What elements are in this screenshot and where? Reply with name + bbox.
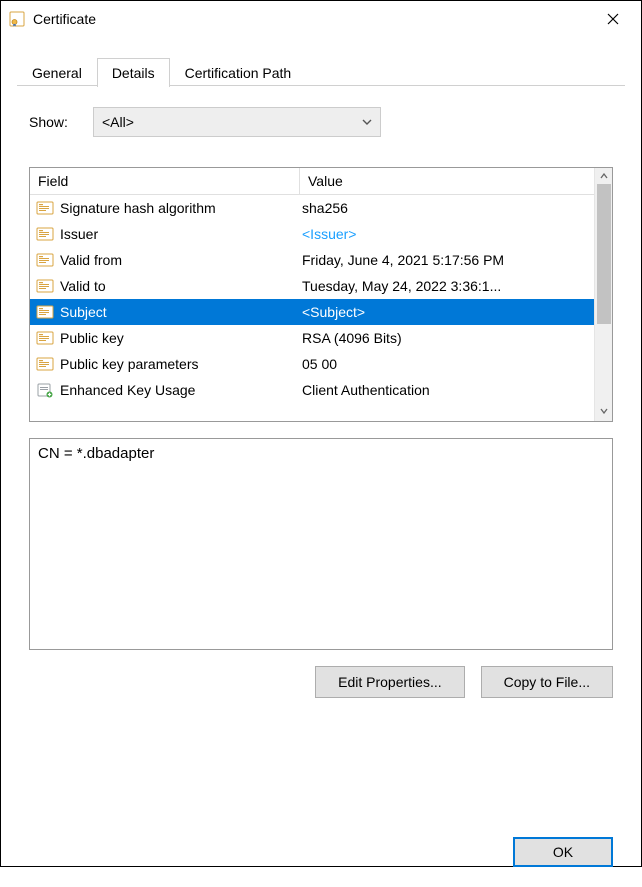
certificate-icon [9,11,25,27]
field-icon [36,278,54,294]
table-row[interactable]: Valid to Tuesday, May 24, 2022 3:36:1... [30,273,594,299]
fields-list: Field Value Signature hash algorithm sha2… [29,167,613,422]
detail-textbox[interactable]: CN = *.dbadapter [29,438,613,650]
field-icon [36,304,54,320]
tab-details[interactable]: Details [97,58,170,87]
copy-to-file-button[interactable]: Copy to File... [481,666,613,698]
field-icon [36,200,54,216]
field-icon [36,252,54,268]
table-row[interactable]: Enhanced Key Usage Client Authentication [30,377,594,403]
row-value: Friday, June 4, 2021 5:17:56 PM [300,252,594,268]
scrollbar-thumb[interactable] [597,184,611,324]
table-row[interactable]: Subject <Subject> [30,299,594,325]
scroll-up-icon[interactable] [600,172,608,182]
tab-general[interactable]: General [17,58,97,87]
row-value: 05 00 [300,356,594,372]
row-field: Subject [60,304,107,320]
column-value[interactable]: Value [300,168,594,194]
show-label: Show: [29,114,93,130]
window-title: Certificate [33,11,593,27]
tab-certification-path[interactable]: Certification Path [170,58,307,87]
row-field: Issuer [60,226,98,242]
close-button[interactable] [593,1,633,37]
row-value: Client Authentication [300,382,594,398]
row-field: Valid to [60,278,106,294]
row-field: Public key [60,330,124,346]
field-icon [36,330,54,346]
row-value: RSA (4096 Bits) [300,330,594,346]
edit-properties-button[interactable]: Edit Properties... [315,666,465,698]
row-field: Valid from [60,252,122,268]
row-field: Enhanced Key Usage [60,382,195,398]
scrollbar[interactable] [594,168,612,421]
show-value: <All> [102,114,134,130]
row-value: Tuesday, May 24, 2022 3:36:1... [300,278,594,294]
row-field: Public key parameters [60,356,199,372]
field-icon [36,226,54,242]
table-row[interactable]: Issuer <Issuer> [30,221,594,247]
extension-field-icon [36,382,54,398]
column-field[interactable]: Field [30,168,300,194]
field-icon [36,356,54,372]
tab-row: General Details Certification Path [1,57,641,86]
row-value: <Subject> [300,304,594,320]
row-value: sha256 [300,200,594,216]
row-value: <Issuer> [300,226,594,242]
show-dropdown[interactable]: <All> [93,107,381,137]
chevron-down-icon [362,116,372,128]
ok-button[interactable]: OK [513,837,613,867]
row-field: Signature hash algorithm [60,200,216,216]
table-row[interactable]: Valid from Friday, June 4, 2021 5:17:56 P… [30,247,594,273]
table-row[interactable]: Public key parameters 05 00 [30,351,594,377]
table-row[interactable]: Public key RSA (4096 Bits) [30,325,594,351]
scroll-down-icon[interactable] [600,407,608,417]
table-row[interactable]: Signature hash algorithm sha256 [30,195,594,221]
close-icon [607,13,619,25]
